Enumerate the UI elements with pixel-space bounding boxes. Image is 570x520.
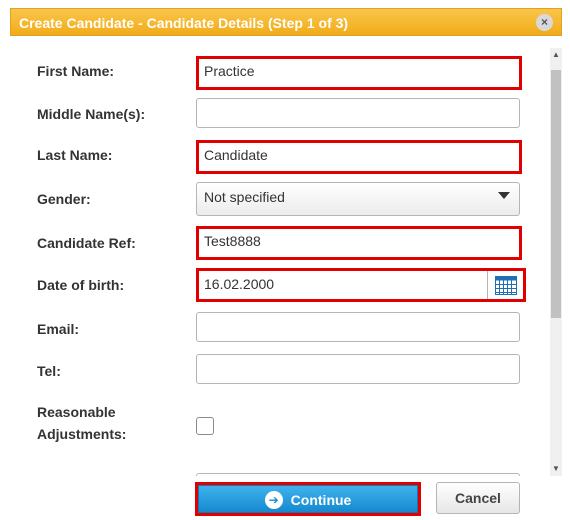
middle-names-field[interactable] [196,98,520,128]
partially-visible-field[interactable] [196,473,520,476]
gender-row: Gender: Not specified [10,180,550,216]
last-name-row: Last Name: Candidate [10,138,550,174]
continue-button[interactable]: ➔ Continue [198,485,418,513]
dialog-title-bar: Create Candidate - Candidate Details (St… [10,8,562,36]
candidate-ref-label: Candidate Ref: [37,235,136,251]
date-of-birth-row: Date of birth: 16.02.2000 [10,266,550,302]
middle-names-label: Middle Name(s): [37,106,146,122]
last-name-label: Last Name: [37,147,113,163]
calendar-icon [495,276,517,295]
scroll-down-icon[interactable]: ▼ [550,462,562,476]
first-name-row: First Name: Practice [10,54,550,90]
continue-button-label: Continue [290,492,352,508]
continue-button-highlight: ➔ Continue [195,482,421,516]
reasonable-adjustments-label-line1: Reasonable [37,404,116,420]
close-icon[interactable]: × [536,14,553,31]
scroll-up-icon[interactable]: ▲ [550,48,562,62]
tel-row: Tel: [10,352,550,386]
form-content: First Name: Practice Middle Name(s): Las… [10,48,550,476]
gender-selected-value: Not specified [204,189,285,205]
candidate-ref-field[interactable]: Test8888 [196,226,522,260]
date-of-birth-label: Date of birth: [37,277,125,293]
email-row: Email: [10,310,550,344]
reasonable-adjustments-checkbox[interactable] [196,417,214,435]
reasonable-adjustments-row: Reasonable Adjustments: [10,404,550,454]
dialog-title: Create Candidate - Candidate Details (St… [19,15,349,31]
scrollbar-thumb[interactable] [551,70,561,318]
calendar-button[interactable] [487,271,523,299]
create-candidate-dialog: Create Candidate - Candidate Details (St… [10,8,562,516]
candidate-ref-row: Candidate Ref: Test8888 [10,222,550,260]
tel-field[interactable] [196,354,520,384]
date-of-birth-field[interactable]: 16.02.2000 [199,271,487,299]
reasonable-adjustments-label-line2: Adjustments: [37,426,127,442]
gender-select[interactable]: Not specified [196,182,520,216]
date-of-birth-picker: 16.02.2000 [196,268,526,302]
first-name-field[interactable]: Practice [196,56,522,90]
gender-label: Gender: [37,191,91,207]
email-label: Email: [37,321,80,337]
vertical-scrollbar[interactable]: ▲ ▼ [550,48,562,476]
tel-label: Tel: [37,363,61,379]
middle-names-row: Middle Name(s): [10,96,550,130]
arrow-right-icon: ➔ [264,490,283,509]
email-field[interactable] [196,312,520,342]
dropdown-arrow-icon [498,192,510,199]
last-name-field[interactable]: Candidate [196,140,522,174]
first-name-label: First Name: [37,63,115,79]
cancel-button[interactable]: Cancel [436,482,520,514]
